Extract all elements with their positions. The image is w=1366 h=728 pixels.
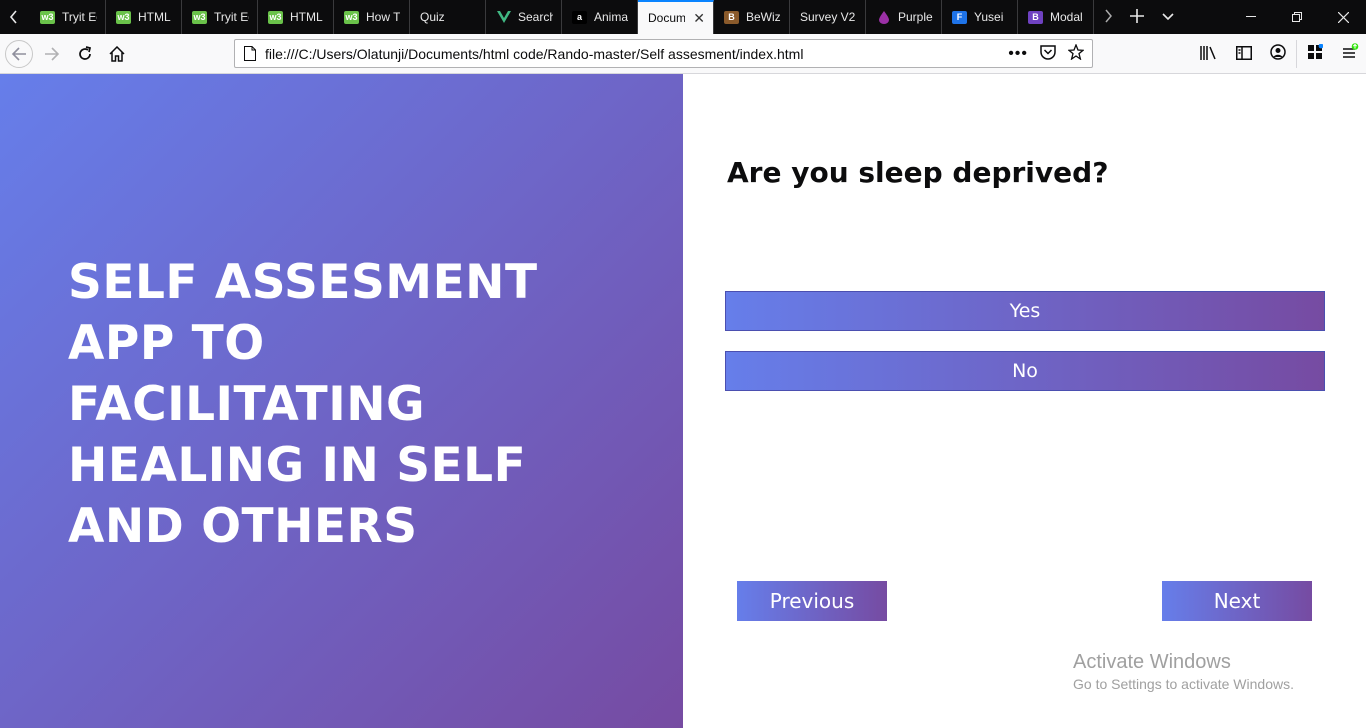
answer-no-button[interactable]: No bbox=[725, 351, 1325, 391]
account-icon[interactable] bbox=[1270, 44, 1286, 64]
tab-yusei[interactable]: F Yusei bbox=[942, 0, 1018, 34]
tab-howto[interactable]: w3 How T bbox=[334, 0, 410, 34]
tab-html-1[interactable]: w3 HTML bbox=[106, 0, 182, 34]
w3-icon: w3 bbox=[192, 10, 207, 24]
vue-icon bbox=[496, 11, 511, 24]
previous-button[interactable]: Previous bbox=[737, 581, 887, 621]
forward-button[interactable] bbox=[38, 40, 66, 68]
toolbar-right bbox=[1200, 40, 1286, 68]
tab-label: Search bbox=[518, 10, 553, 24]
window-controls bbox=[1228, 0, 1366, 34]
tab-tryit-2[interactable]: w3 Tryit Ed bbox=[182, 0, 258, 34]
page-actions-menu-icon[interactable]: ••• bbox=[1008, 45, 1028, 63]
close-window-icon[interactable] bbox=[1320, 0, 1366, 34]
tab-modal[interactable]: B Modal bbox=[1018, 0, 1094, 34]
page-icon bbox=[235, 46, 265, 61]
scroll-tabs-left-icon[interactable] bbox=[0, 0, 28, 34]
quiz-panel: Are you sleep deprived? Yes No Previous … bbox=[683, 74, 1366, 728]
tab-label: Yusei bbox=[974, 10, 1004, 24]
tab-label: HTML bbox=[138, 10, 171, 24]
library-icon[interactable] bbox=[1200, 45, 1218, 64]
tab-label: Quiz bbox=[420, 10, 445, 24]
page-content: SELF ASSESMENT APP TO FACILITATING HEALI… bbox=[0, 74, 1366, 728]
w3-icon: w3 bbox=[116, 10, 131, 24]
tab-label: Docum bbox=[648, 11, 686, 25]
bootstrap-icon: B bbox=[1028, 10, 1043, 24]
next-button[interactable]: Next bbox=[1162, 581, 1312, 621]
back-button[interactable] bbox=[5, 40, 33, 68]
tab-list: w3 Tryit Ed w3 HTML w3 Tryit Ed w3 HTML … bbox=[30, 0, 1094, 34]
tab-label: Anima bbox=[594, 10, 629, 24]
w3-icon: w3 bbox=[268, 10, 283, 24]
f-icon: F bbox=[952, 10, 967, 24]
address-bar[interactable]: file:///C:/Users/Olatunji/Documents/html… bbox=[234, 39, 1093, 68]
tab-label: Tryit Ed bbox=[214, 10, 249, 24]
new-tab-icon[interactable] bbox=[1130, 8, 1144, 26]
tab-label: HTML bbox=[290, 10, 323, 24]
w3-icon: w3 bbox=[344, 10, 359, 24]
reload-icon bbox=[79, 46, 92, 60]
watermark-subtitle: Go to Settings to activate Windows. bbox=[1073, 676, 1294, 692]
tab-label: How T bbox=[366, 10, 401, 24]
amazon-icon: a bbox=[572, 10, 587, 24]
scroll-tabs-right-icon[interactable] bbox=[1104, 9, 1112, 26]
tab-label: Modal bbox=[1050, 10, 1083, 24]
tab-html-2[interactable]: w3 HTML bbox=[258, 0, 334, 34]
tab-search[interactable]: Search bbox=[486, 0, 562, 34]
bookmark-star-icon[interactable] bbox=[1067, 43, 1085, 63]
forward-arrow-icon bbox=[45, 47, 60, 61]
back-arrow-icon bbox=[11, 47, 26, 61]
home-icon bbox=[109, 46, 125, 62]
url-actions: ••• bbox=[1008, 43, 1092, 63]
question-text: Are you sleep deprived? bbox=[727, 156, 1109, 189]
hero-panel: SELF ASSESMENT APP TO FACILITATING HEALI… bbox=[0, 74, 683, 728]
restore-icon[interactable] bbox=[1274, 0, 1320, 34]
watermark-title: Activate Windows bbox=[1073, 651, 1231, 673]
activate-windows-watermark: Activate Windows Go to Settings to activ… bbox=[1073, 650, 1294, 694]
tab-label: Tryit Ed bbox=[62, 10, 97, 24]
reload-button[interactable] bbox=[71, 40, 99, 68]
navigation-toolbar: file:///C:/Users/Olatunji/Documents/html… bbox=[0, 34, 1366, 74]
tab-purple[interactable]: Purple bbox=[866, 0, 942, 34]
purple-drop-icon bbox=[876, 10, 891, 24]
tab-quiz[interactable]: Quiz bbox=[410, 0, 486, 34]
url-text[interactable]: file:///C:/Users/Olatunji/Documents/html… bbox=[265, 46, 1008, 62]
bewizard-icon: B bbox=[724, 10, 739, 24]
tab-label: BeWiz bbox=[746, 10, 781, 24]
tab-tools bbox=[1096, 0, 1174, 34]
home-button[interactable] bbox=[103, 40, 131, 68]
tab-survey[interactable]: Survey V2 bbox=[790, 0, 866, 34]
tab-anima[interactable]: a Anima bbox=[562, 0, 638, 34]
w3-icon: w3 bbox=[40, 10, 55, 24]
hero-title: SELF ASSESMENT APP TO FACILITATING HEALI… bbox=[68, 255, 538, 554]
close-tab-icon[interactable]: ✕ bbox=[693, 10, 705, 27]
toolbar-extensions bbox=[1296, 40, 1359, 68]
tab-strip: w3 Tryit Ed w3 HTML w3 Tryit Ed w3 HTML … bbox=[0, 0, 1366, 34]
list-all-tabs-icon[interactable] bbox=[1162, 10, 1174, 24]
tab-bewiz[interactable]: B BeWiz bbox=[714, 0, 790, 34]
answer-yes-button[interactable]: Yes bbox=[725, 291, 1325, 331]
tab-label: Survey V2 bbox=[800, 10, 856, 24]
tab-label: Purple bbox=[898, 10, 933, 24]
pocket-icon[interactable] bbox=[1040, 44, 1056, 63]
menu-icon[interactable] bbox=[1341, 43, 1359, 65]
sidebar-icon[interactable] bbox=[1236, 45, 1252, 64]
tab-document-active[interactable]: Docum ✕ bbox=[638, 0, 714, 34]
minimize-icon[interactable] bbox=[1228, 0, 1274, 34]
extensions-icon[interactable] bbox=[1307, 43, 1324, 64]
tab-tryit-1[interactable]: w3 Tryit Ed bbox=[30, 0, 106, 34]
